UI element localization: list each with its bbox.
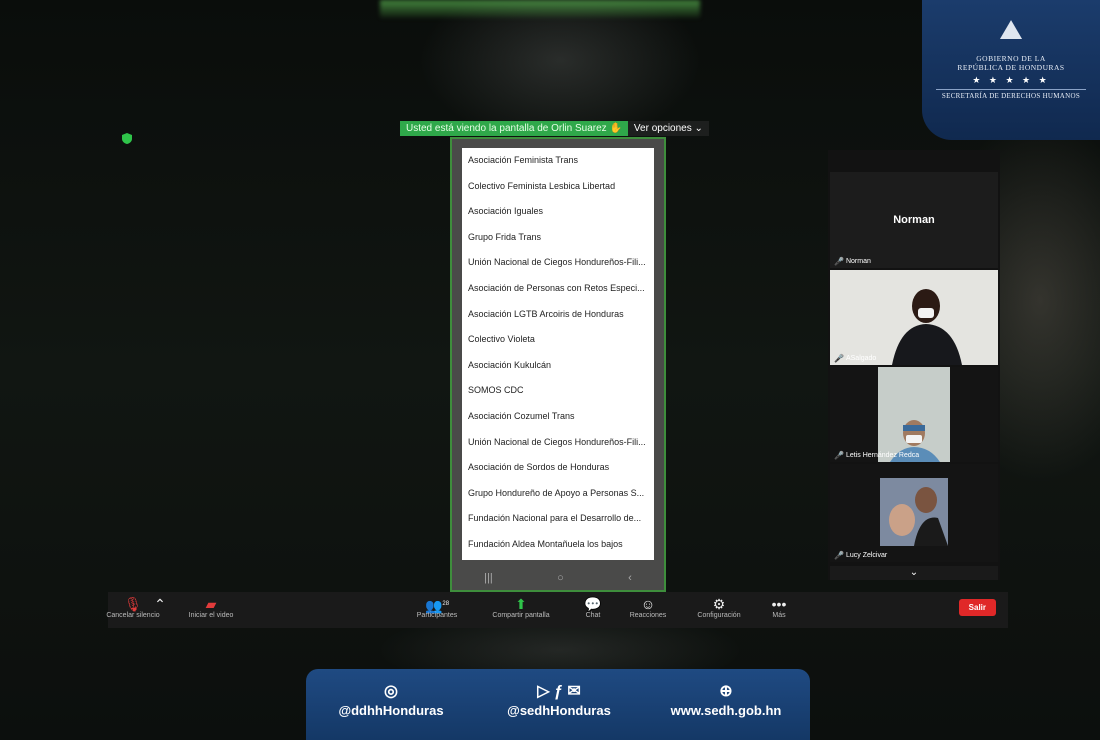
hand-icon: ✋ [609, 123, 622, 134]
share-screen-icon: ⬆ [515, 596, 527, 612]
list-item[interactable]: Asociación Cozumel Trans [462, 404, 654, 430]
participant-tile[interactable]: Norman 🎤 Norman [830, 172, 998, 268]
active-speaker-glow [380, 0, 700, 18]
more-icon: ••• [771, 596, 787, 612]
list-item[interactable]: Fundación Nacional para el Desarrollo de… [462, 506, 654, 532]
unmute-label: Cancelar silencio [106, 612, 160, 619]
list-item[interactable]: Colectivo Feminista Lesbica Libertad [462, 174, 654, 200]
recent-apps-icon[interactable]: ||| [484, 572, 493, 584]
globe-icon: ⊕ [719, 683, 733, 700]
meeting-toolbar: 🎙 Cancelar silencio ⌃ ▰ Iniciar el video… [106, 592, 1008, 628]
shared-phone-screen: Asociación Feminista Trans Colectivo Femi… [450, 137, 666, 592]
more-label: Más [772, 612, 786, 619]
participants-label: Participantes [416, 612, 458, 619]
participant-label: ASalgado [845, 355, 877, 362]
share-screen-label: Compartir pantalla [492, 612, 550, 619]
view-options-button[interactable]: Ver opciones ⌄ [627, 121, 709, 136]
list-item[interactable]: Unión Nacional de Ciegos Hondureños-Fili… [462, 250, 654, 276]
reactions-button[interactable]: ☺ Reacciones [613, 596, 683, 619]
participant-label: Lucy Zelcivar [845, 552, 888, 559]
organization-list[interactable]: Asociación Feminista Trans Colectivo Femi… [462, 148, 654, 560]
list-item[interactable]: Grupo Frida Trans [462, 225, 654, 251]
participant-video [878, 367, 950, 462]
participant-tile[interactable]: 🎤 ASalgado [830, 270, 998, 365]
share-screen-button[interactable]: ⬆ Compartir pantalla [486, 596, 556, 619]
social-handles-text: @sedhHonduras [507, 703, 611, 718]
list-item[interactable]: Fundación Aldea Montañuela los bajos [462, 532, 654, 558]
leave-button[interactable]: Salir [958, 599, 996, 616]
youtube-facebook-twitter-icons: ▷ ƒ ✉ [537, 683, 581, 700]
participant-label: Norman [845, 258, 871, 265]
logo-divider [936, 89, 1086, 90]
chevron-up-icon: ⌃ [154, 596, 166, 612]
website: ⊕ www.sedh.gob.hn [656, 681, 796, 718]
list-item[interactable]: Asociación Kukulcán [462, 353, 654, 379]
participants-button[interactable]: 👥28 Participantes [402, 596, 472, 619]
participant-gallery: Norman 🎤 Norman 🎤 ASalgado 🎤 Letis Hernánde… [828, 150, 1000, 580]
instagram-text: @ddhhHonduras [338, 703, 444, 718]
start-video-button[interactable]: ▰ Iniciar el video [176, 596, 246, 619]
more-button[interactable]: ••• Más [744, 596, 814, 619]
security-shield-icon[interactable] [122, 133, 132, 144]
viewing-label: Usted está viendo la pantalla de Orlin S… [400, 121, 628, 136]
list-item[interactable]: Unión Nacional de Ciegos Hondureños-Fili… [462, 430, 654, 456]
instagram-icon: ◎ [384, 683, 398, 700]
participants-count: 28 [442, 601, 450, 607]
video-off-icon: ▰ [205, 596, 217, 612]
participant-video [830, 270, 998, 365]
coat-of-arms-icon: ⛰ [999, 14, 1023, 45]
list-item[interactable]: SOMOS CDC [462, 378, 654, 404]
participant-label: Letis Hernández Redca [845, 452, 920, 459]
mic-muted-icon: 🎤 [834, 451, 844, 460]
instagram-handle: ◎ @ddhhHonduras [336, 681, 446, 718]
participants-icon: 👥28 [424, 597, 450, 614]
list-item[interactable]: Asociación LGTB Arcoiris de Honduras [462, 302, 654, 328]
mic-muted-icon: 🎤 [834, 551, 844, 560]
reactions-icon: ☺ [640, 596, 656, 612]
logo-line2: REPÚBLICA DE HONDURAS [957, 63, 1065, 72]
social-handles: ▷ ƒ ✉ @sedhHonduras [494, 681, 624, 718]
list-item[interactable]: Colectivo Violeta [462, 327, 654, 353]
participant-tile[interactable]: 🎤 Letis Hernández Redca [830, 367, 998, 462]
list-item[interactable]: Asociación Iguales [462, 199, 654, 225]
logo-line3: SECRETARÍA DE DERECHOS HUMANOS [941, 92, 1081, 100]
participant-tile[interactable]: 🎤 Lucy Zelcivar [830, 464, 998, 562]
list-item[interactable]: Grupo Hondureño de Apoyo a Personas S... [462, 481, 654, 507]
phone-navbar: ||| ○ ‹ [452, 566, 664, 590]
chevron-down-icon: ⌄ [694, 123, 703, 134]
logo-stars: ★ ★ ★ ★ ★ [972, 75, 1050, 85]
social-media-banner: ◎ @ddhhHonduras ▷ ƒ ✉ @sedhHonduras ⊕ ww… [306, 669, 810, 740]
list-item[interactable]: Asociación de Sordos de Honduras [462, 455, 654, 481]
home-icon[interactable]: ○ [557, 572, 564, 584]
logo-line1: GOBIERNO DE LA [976, 54, 1046, 63]
mic-muted-icon: 🎤 [834, 257, 844, 266]
website-text: www.sedh.gob.hn [670, 703, 782, 718]
mic-muted-icon: 🎤 [834, 354, 844, 363]
back-icon[interactable]: ‹ [628, 572, 632, 584]
start-video-label: Iniciar el video [188, 612, 234, 619]
participant-name-large: Norman [893, 214, 935, 226]
government-logo: ⛰ GOBIERNO DE LA REPÚBLICA DE HONDURAS ★… [922, 0, 1100, 140]
gallery-scroll-down-button[interactable]: ⌄ [830, 566, 998, 580]
list-item[interactable]: Asociación de Personas con Retos Especi.… [462, 276, 654, 302]
participant-video [880, 478, 948, 546]
audio-options-caret[interactable]: ⌃ [150, 596, 170, 612]
list-item[interactable]: Asociación Feminista Trans [462, 148, 654, 174]
reactions-label: Reacciones [629, 612, 667, 619]
screen-share-banner: Usted está viendo la pantalla de Orlin S… [400, 121, 709, 136]
